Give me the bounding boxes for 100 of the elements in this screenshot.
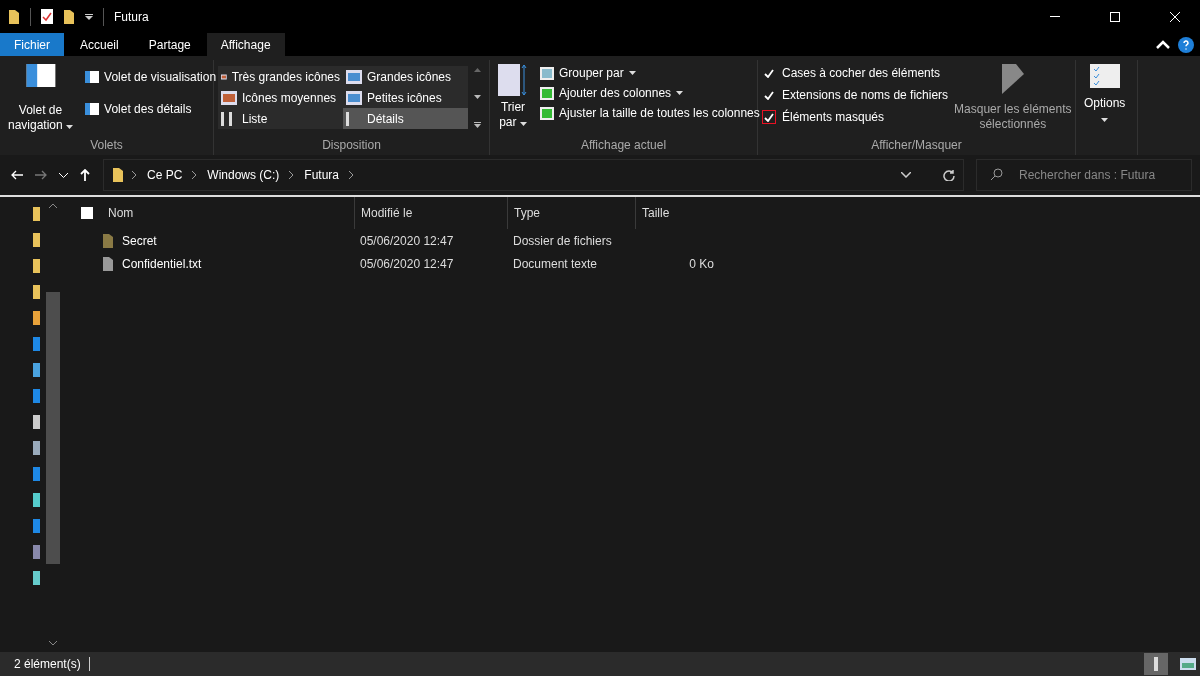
recent-locations-button[interactable] bbox=[56, 172, 71, 178]
search-field[interactable]: Rechercher dans : Futura bbox=[976, 159, 1192, 191]
table-cell-text: 05/06/2020 12:47 bbox=[359, 233, 455, 248]
close-icon bbox=[1170, 11, 1180, 22]
caret-icon bbox=[628, 71, 636, 75]
checkmark-icon bbox=[764, 90, 774, 100]
caret-icon bbox=[519, 122, 527, 126]
scrollbar-thumb[interactable] bbox=[46, 292, 60, 564]
nav-item-icon[interactable] bbox=[33, 337, 40, 351]
select-all-checkbox[interactable] bbox=[81, 207, 93, 219]
navigation-pane-button[interactable]: Volet de navigation bbox=[4, 62, 78, 135]
chevron-down-icon bbox=[59, 172, 68, 178]
chevron-right-icon bbox=[289, 171, 295, 179]
expand-icon bbox=[474, 122, 481, 128]
column-header[interactable]: Modifié le bbox=[354, 197, 507, 229]
columns-icon bbox=[540, 86, 554, 100]
nav-item-icon[interactable] bbox=[33, 519, 40, 533]
chevron-right-icon bbox=[132, 171, 137, 179]
details-icon bbox=[1154, 657, 1158, 671]
checkbox-label: Cases à cocher des éléments bbox=[782, 66, 941, 80]
pane-option[interactable]: Volet des détails bbox=[83, 100, 219, 118]
layout-option[interactable]: Grandes icônes bbox=[343, 66, 468, 87]
large-icons-icon bbox=[346, 69, 362, 84]
search-icon bbox=[990, 168, 1003, 181]
nav-item-icon[interactable] bbox=[33, 571, 40, 585]
view-option[interactable]: Ajouter des colonnes bbox=[538, 84, 762, 102]
folder-icon bbox=[63, 8, 75, 25]
columns-icon bbox=[540, 66, 554, 80]
view-option[interactable]: Grouper par bbox=[538, 64, 762, 82]
refresh-icon[interactable] bbox=[943, 169, 955, 181]
window-title: Futura bbox=[114, 9, 150, 24]
file-name-cell[interactable]: Confidentiel.txt bbox=[102, 255, 354, 272]
column-header[interactable]: Type bbox=[507, 197, 635, 229]
medium-icons-icon bbox=[221, 90, 237, 105]
details-view-button[interactable] bbox=[1144, 653, 1168, 675]
nav-item-icon[interactable] bbox=[33, 207, 40, 221]
group-label: Affichage actuel bbox=[580, 137, 667, 154]
layout-option[interactable]: Très grandes icônes bbox=[218, 66, 343, 87]
checkbox-label: Extensions de noms de fichiers bbox=[782, 88, 949, 102]
group-label: Disposition bbox=[322, 137, 381, 154]
ribbon-tab[interactable]: Affichage bbox=[206, 33, 285, 56]
layout-option[interactable]: Liste bbox=[218, 108, 343, 129]
scroll-up-icon bbox=[49, 203, 57, 208]
checkbox-label: Éléments masqués bbox=[782, 110, 885, 124]
nav-item-icon[interactable] bbox=[33, 311, 40, 325]
minimize-icon bbox=[1050, 16, 1060, 17]
layout-option[interactable]: Icônes moyennes bbox=[218, 87, 343, 108]
folder-icon bbox=[112, 167, 124, 183]
help-icon[interactable] bbox=[1178, 36, 1194, 53]
chevron-up-icon[interactable] bbox=[1156, 40, 1170, 49]
nav-item-icon[interactable] bbox=[33, 363, 40, 377]
scroll-down-icon bbox=[474, 95, 481, 99]
table-cell-text: 0 Ko bbox=[688, 256, 715, 271]
checkbox[interactable] bbox=[762, 110, 776, 124]
file-name-cell[interactable]: Secret bbox=[102, 232, 354, 249]
column-header[interactable]: Taille bbox=[635, 197, 720, 229]
sort-by-button[interactable]: Trier par bbox=[494, 62, 532, 135]
flag-icon bbox=[1001, 64, 1024, 94]
chevron-down-icon[interactable] bbox=[901, 172, 911, 178]
nav-item-icon[interactable] bbox=[33, 285, 40, 299]
columns-icon bbox=[540, 106, 554, 120]
view-option[interactable]: Ajuster la taille de toutes les colonnes bbox=[538, 104, 762, 122]
group-label: Afficher/Masquer bbox=[871, 137, 962, 154]
options-button[interactable]: Options bbox=[1080, 62, 1130, 153]
address-bar[interactable]: Ce PC Windows (C:) Futura bbox=[103, 159, 964, 191]
nav-item-icon[interactable] bbox=[33, 415, 40, 429]
list-icon bbox=[221, 111, 232, 126]
hide-selected-button[interactable]: Masquer les éléments sélectionnés bbox=[954, 62, 1072, 135]
right-arrow-icon bbox=[35, 170, 47, 180]
group-label: Volets bbox=[90, 137, 123, 154]
chevron-right-icon bbox=[192, 171, 198, 179]
nav-item-icon[interactable] bbox=[33, 233, 40, 247]
nav-item-icon[interactable] bbox=[33, 545, 40, 559]
details-icon bbox=[346, 111, 349, 126]
layout-option[interactable]: Détails bbox=[343, 108, 468, 129]
checkmark-icon bbox=[764, 68, 774, 78]
nav-item-icon[interactable] bbox=[33, 389, 40, 403]
folder-icon bbox=[102, 232, 114, 249]
breadcrumb[interactable]: Windows (C:) bbox=[205, 168, 282, 182]
nav-item-icon[interactable] bbox=[33, 259, 40, 273]
pane-icon bbox=[85, 71, 100, 83]
pane-icon bbox=[85, 103, 100, 115]
folder-icon bbox=[8, 8, 20, 25]
item-count: 2 élément(s) bbox=[14, 657, 81, 671]
nav-item-icon[interactable] bbox=[33, 441, 40, 455]
nav-item-icon[interactable] bbox=[33, 467, 40, 481]
breadcrumb[interactable]: Ce PC bbox=[145, 168, 185, 182]
pane-option[interactable]: Volet de visualisation bbox=[83, 68, 219, 86]
nav-item-icon[interactable] bbox=[33, 493, 40, 507]
ribbon-tab[interactable]: Accueil bbox=[66, 33, 133, 56]
ribbon-tab[interactable]: Partage bbox=[134, 33, 205, 56]
column-header[interactable]: Nom bbox=[102, 197, 354, 229]
ribbon-tab[interactable]: Fichier bbox=[0, 33, 64, 56]
table-cell-text: 05/06/2020 12:47 bbox=[359, 256, 455, 271]
table-cell-text: Document texte bbox=[512, 256, 599, 271]
scroll-down-icon bbox=[49, 641, 57, 646]
layout-option[interactable]: Petites icônes bbox=[343, 87, 468, 108]
breadcrumb[interactable]: Futura bbox=[302, 168, 342, 182]
caret-icon bbox=[676, 91, 684, 95]
sort-icon bbox=[498, 64, 528, 96]
